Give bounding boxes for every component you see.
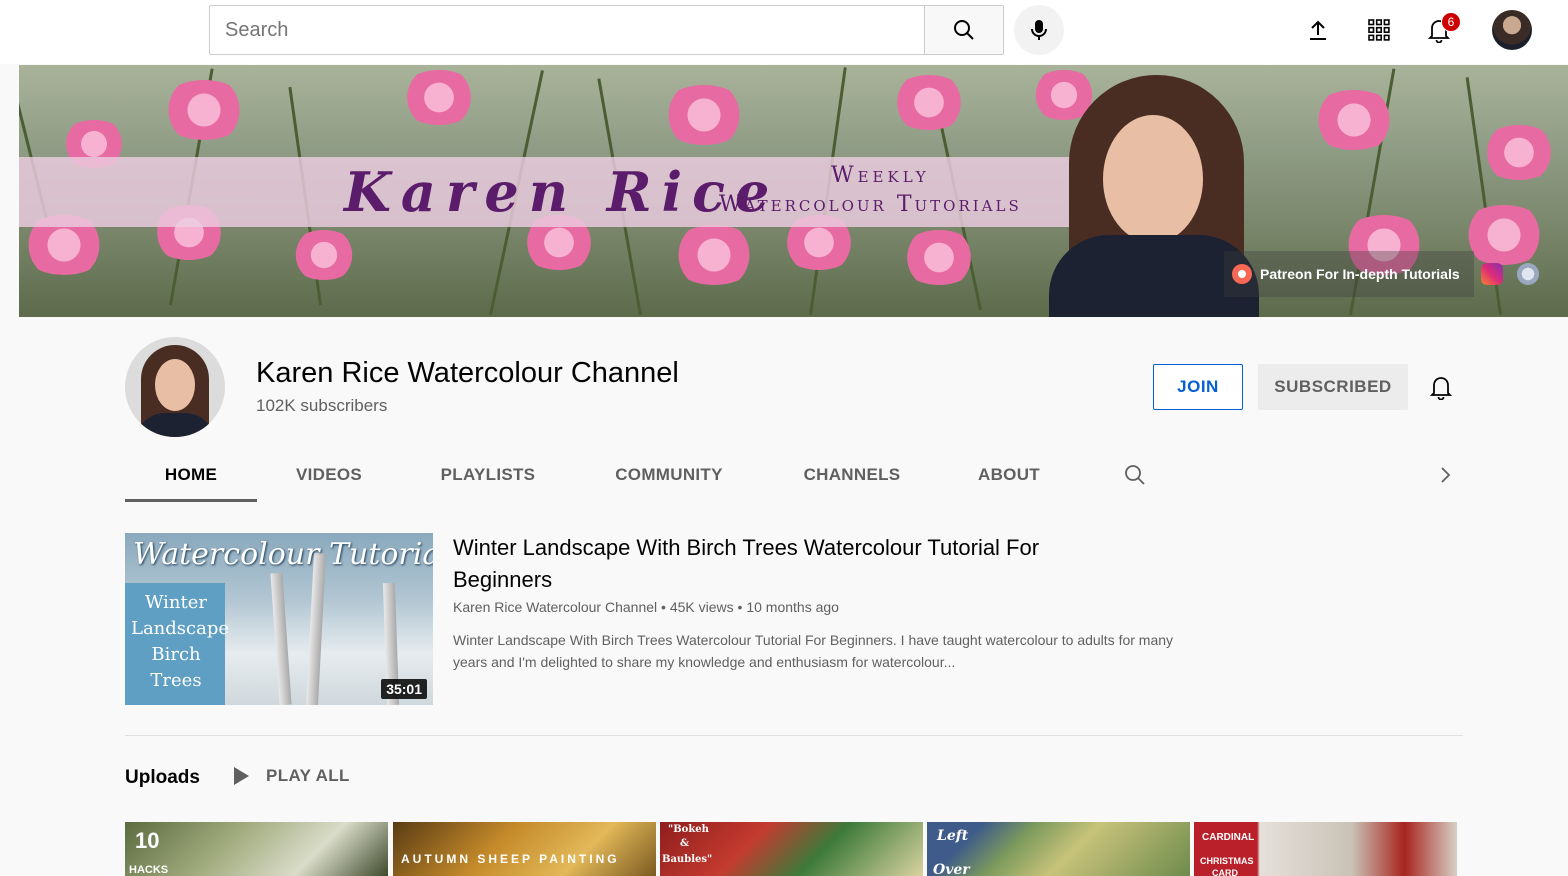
join-button[interactable]: JOIN <box>1153 364 1243 410</box>
tab-about[interactable]: ABOUT <box>965 447 1053 502</box>
apps-button[interactable] <box>1359 10 1399 50</box>
banner-flower <box>1309 90 1399 150</box>
upload-thumbnail-5[interactable]: CARDINAL CHRISTMAS CARD <box>1194 822 1457 876</box>
tab-playlists[interactable]: PLAYLISTS <box>425 447 551 502</box>
banner-flower <box>659 85 749 145</box>
featured-video-thumbnail[interactable]: Watercolour Tutorial Winter Landscape Bi… <box>125 533 433 705</box>
instagram-icon[interactable] <box>1481 263 1503 285</box>
channel-avatar <box>125 337 225 437</box>
featured-video-meta: Karen Rice Watercolour Channel • 45K vie… <box>453 599 839 615</box>
chevron-right-icon <box>1441 466 1451 483</box>
thumbnail-headline: Watercolour Tutorial <box>133 537 433 572</box>
featured-video-views: 45K views <box>669 599 734 615</box>
subscriber-count: 102K subscribers <box>256 396 388 415</box>
play-all-button[interactable]: PLAY ALL <box>232 766 350 786</box>
banner-name: Karen Rice <box>344 160 780 224</box>
apps-grid-icon <box>1368 19 1390 41</box>
patreon-icon <box>1232 264 1252 284</box>
voice-search-button[interactable] <box>1014 5 1064 55</box>
banner-flower <box>1479 125 1559 180</box>
channel-home-content: Watercolour Tutorial Winter Landscape Bi… <box>19 502 1568 876</box>
banner-flower <box>399 70 479 125</box>
play-icon <box>234 767 249 785</box>
section-divider <box>125 735 1463 736</box>
banner-flower <box>289 230 359 280</box>
featured-video-age: 10 months ago <box>746 599 839 615</box>
subscribed-button[interactable]: SUBSCRIBED <box>1258 364 1408 410</box>
notification-preferences-button[interactable] <box>1423 369 1459 405</box>
channel-title: Karen Rice Watercolour Channel <box>256 357 679 389</box>
banner-link-label: Patreon For In-depth Tutorials <box>1260 266 1460 282</box>
upload-thumbnail-1[interactable]: 10 HACKS <box>125 822 388 876</box>
search-input[interactable] <box>210 6 925 54</box>
search-button[interactable] <box>924 5 1004 55</box>
search-icon <box>954 20 974 40</box>
upload-icon <box>1310 20 1326 40</box>
channel-banner: Karen Rice Weekly Watercolour Tutorials … <box>19 65 1568 317</box>
uploads-section-title[interactable]: Uploads <box>125 767 200 789</box>
microphone-icon <box>1031 20 1047 40</box>
globe-icon[interactable] <box>1517 263 1539 285</box>
banner-line-1: Weekly <box>831 163 930 188</box>
tab-channels[interactable]: CHANNELS <box>787 447 917 502</box>
channel-header: Karen Rice Watercolour Channel 102K subs… <box>19 317 1568 502</box>
featured-video-description: Winter Landscape With Birch Trees Waterc… <box>453 632 1174 670</box>
banner-flower <box>889 75 969 130</box>
search-box[interactable] <box>209 5 925 55</box>
banner-flower <box>899 230 979 285</box>
thumbnail-subtitle: Winter Landscape Birch Trees <box>131 592 230 691</box>
tab-search[interactable] <box>1115 447 1155 502</box>
notifications-button[interactable]: 6 <box>1419 10 1461 50</box>
tab-videos[interactable]: VIDEOS <box>273 447 385 502</box>
account-avatar[interactable] <box>1492 10 1532 50</box>
channel-tabs: HOME VIDEOS PLAYLISTS COMMUNITY CHANNELS… <box>125 447 1465 502</box>
bell-icon <box>1429 377 1453 400</box>
video-duration: 35:01 <box>381 679 427 699</box>
banner-line-2: Watercolour Tutorials <box>719 192 1022 217</box>
banner-flower <box>669 225 759 285</box>
tab-home[interactable]: HOME <box>125 447 257 502</box>
upload-thumbnail-3[interactable]: "Bokeh & Baubles" <box>660 822 923 876</box>
featured-video-title[interactable]: Winter Landscape With Birch Trees Waterc… <box>453 532 1093 596</box>
banner-link-patreon[interactable]: Patreon For In-depth Tutorials <box>1224 251 1474 297</box>
tab-community[interactable]: COMMUNITY <box>595 447 743 502</box>
notification-badge: 6 <box>1441 12 1461 32</box>
search-icon <box>1125 464 1145 485</box>
upload-thumbnail-2[interactable]: AUTUMN SHEEP PAINTING <box>393 822 656 876</box>
tabs-scroll-right-button[interactable] <box>1425 447 1465 502</box>
upload-thumbnail-4[interactable]: Left Over <box>927 822 1190 876</box>
featured-video-channel[interactable]: Karen Rice Watercolour Channel <box>453 599 657 615</box>
top-bar: 6 <box>0 0 1568 64</box>
banner-flower <box>159 80 249 140</box>
create-button[interactable] <box>1298 10 1338 50</box>
